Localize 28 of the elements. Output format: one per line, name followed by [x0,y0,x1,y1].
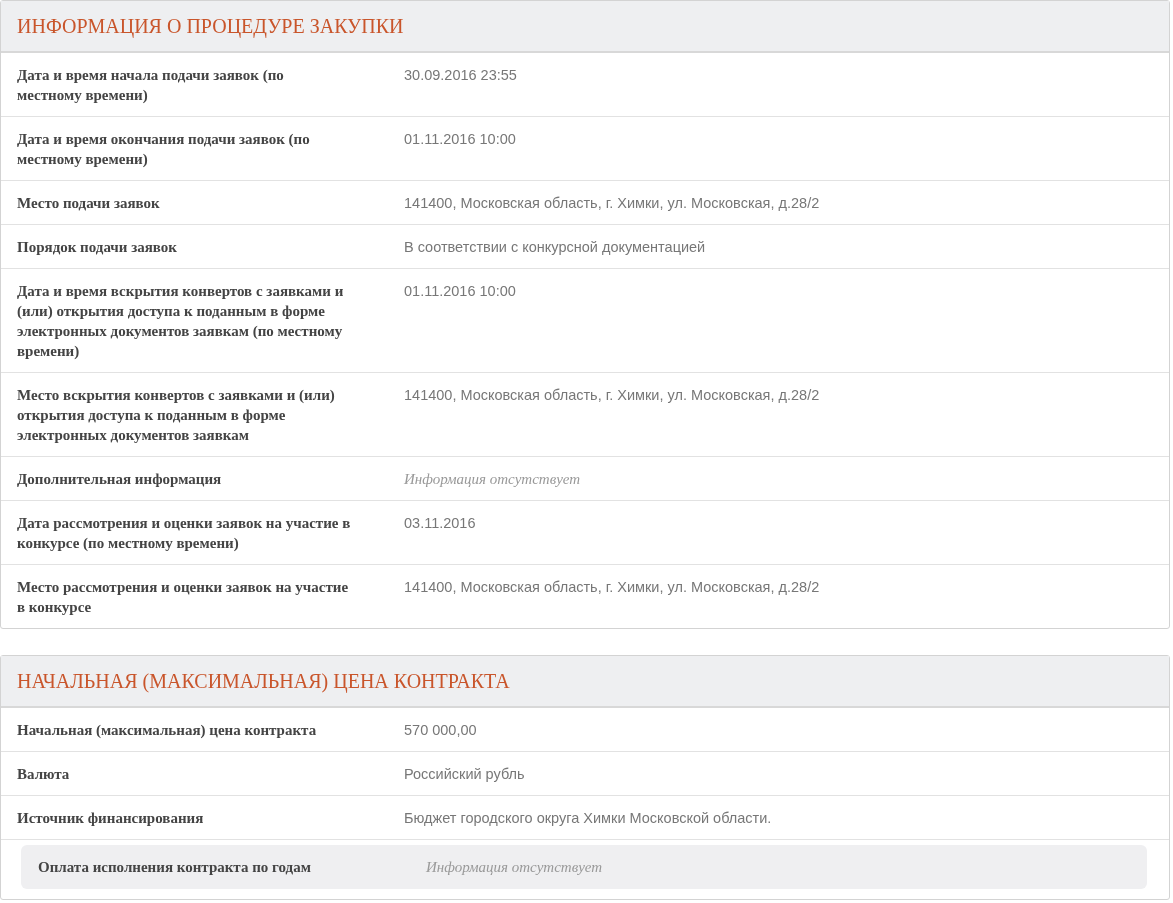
field-label: Начальная (максимальная) цена контракта [17,721,318,740]
field-label: Дополнительная информация [17,470,223,489]
field-label: Дата рассмотрения и оценки заявок на участие в конкурсе (по местному времени) [17,514,352,553]
field-value: 570 000,00 [404,721,477,740]
field-label: Порядок подачи заявок [17,238,178,257]
field-label: Источник финансирования [17,809,205,828]
field-label: Оплата исполнения контракта по годам [38,858,312,877]
field-label: Дата и время окончания подачи заявок (по местному времени) [17,130,311,169]
field-value: Российский рубль [404,765,525,784]
field-label: Место вскрытия конвертов с заявками и (или) открытия доступа к поданным в форме электронных документов заявкам [17,386,336,445]
field-value: 141400, Московская область, г. Химки, ул. Московская, д.28/2 [404,386,820,405]
section-title: НАЧАЛЬНАЯ (МАКСИМАЛЬНАЯ) ЦЕНА КОНТРАКТА [17,669,510,693]
field-value: В соответствии с конкурсной документацией [404,238,706,257]
field-label: Дата и время начала подачи заявок (по местному времени) [17,66,285,105]
field-value: 03.11.2016 [404,514,476,533]
field-value: 01.11.2016 10:00 [404,130,516,149]
field-value: 30.09.2016 23:55 [404,66,517,85]
field-label: Валюта [17,765,71,784]
field-value: Бюджет городского округа Химки Московской области. [404,809,772,828]
field-label: Место рассмотрения и оценки заявок на участие в конкурсе [17,578,350,617]
field-value: Информация отсутствует [426,858,603,877]
field-label: Дата и время вскрытия конвертов с заявками и (или) открытия доступа к поданным в форме электронных документов заявкам (по местному времени) [17,282,345,361]
section-title: ИНФОРМАЦИЯ О ПРОЦЕДУРЕ ЗАКУПКИ [17,14,404,38]
field-label: Место подачи заявок [17,194,161,213]
field-value: 141400, Московская область, г. Химки, ул. Московская, д.28/2 [404,578,820,597]
field-value: 01.11.2016 10:00 [404,282,516,301]
field-value: 141400, Московская область, г. Химки, ул. Московская, д.28/2 [404,194,820,213]
field-value: Информация отсутствует [404,470,581,489]
